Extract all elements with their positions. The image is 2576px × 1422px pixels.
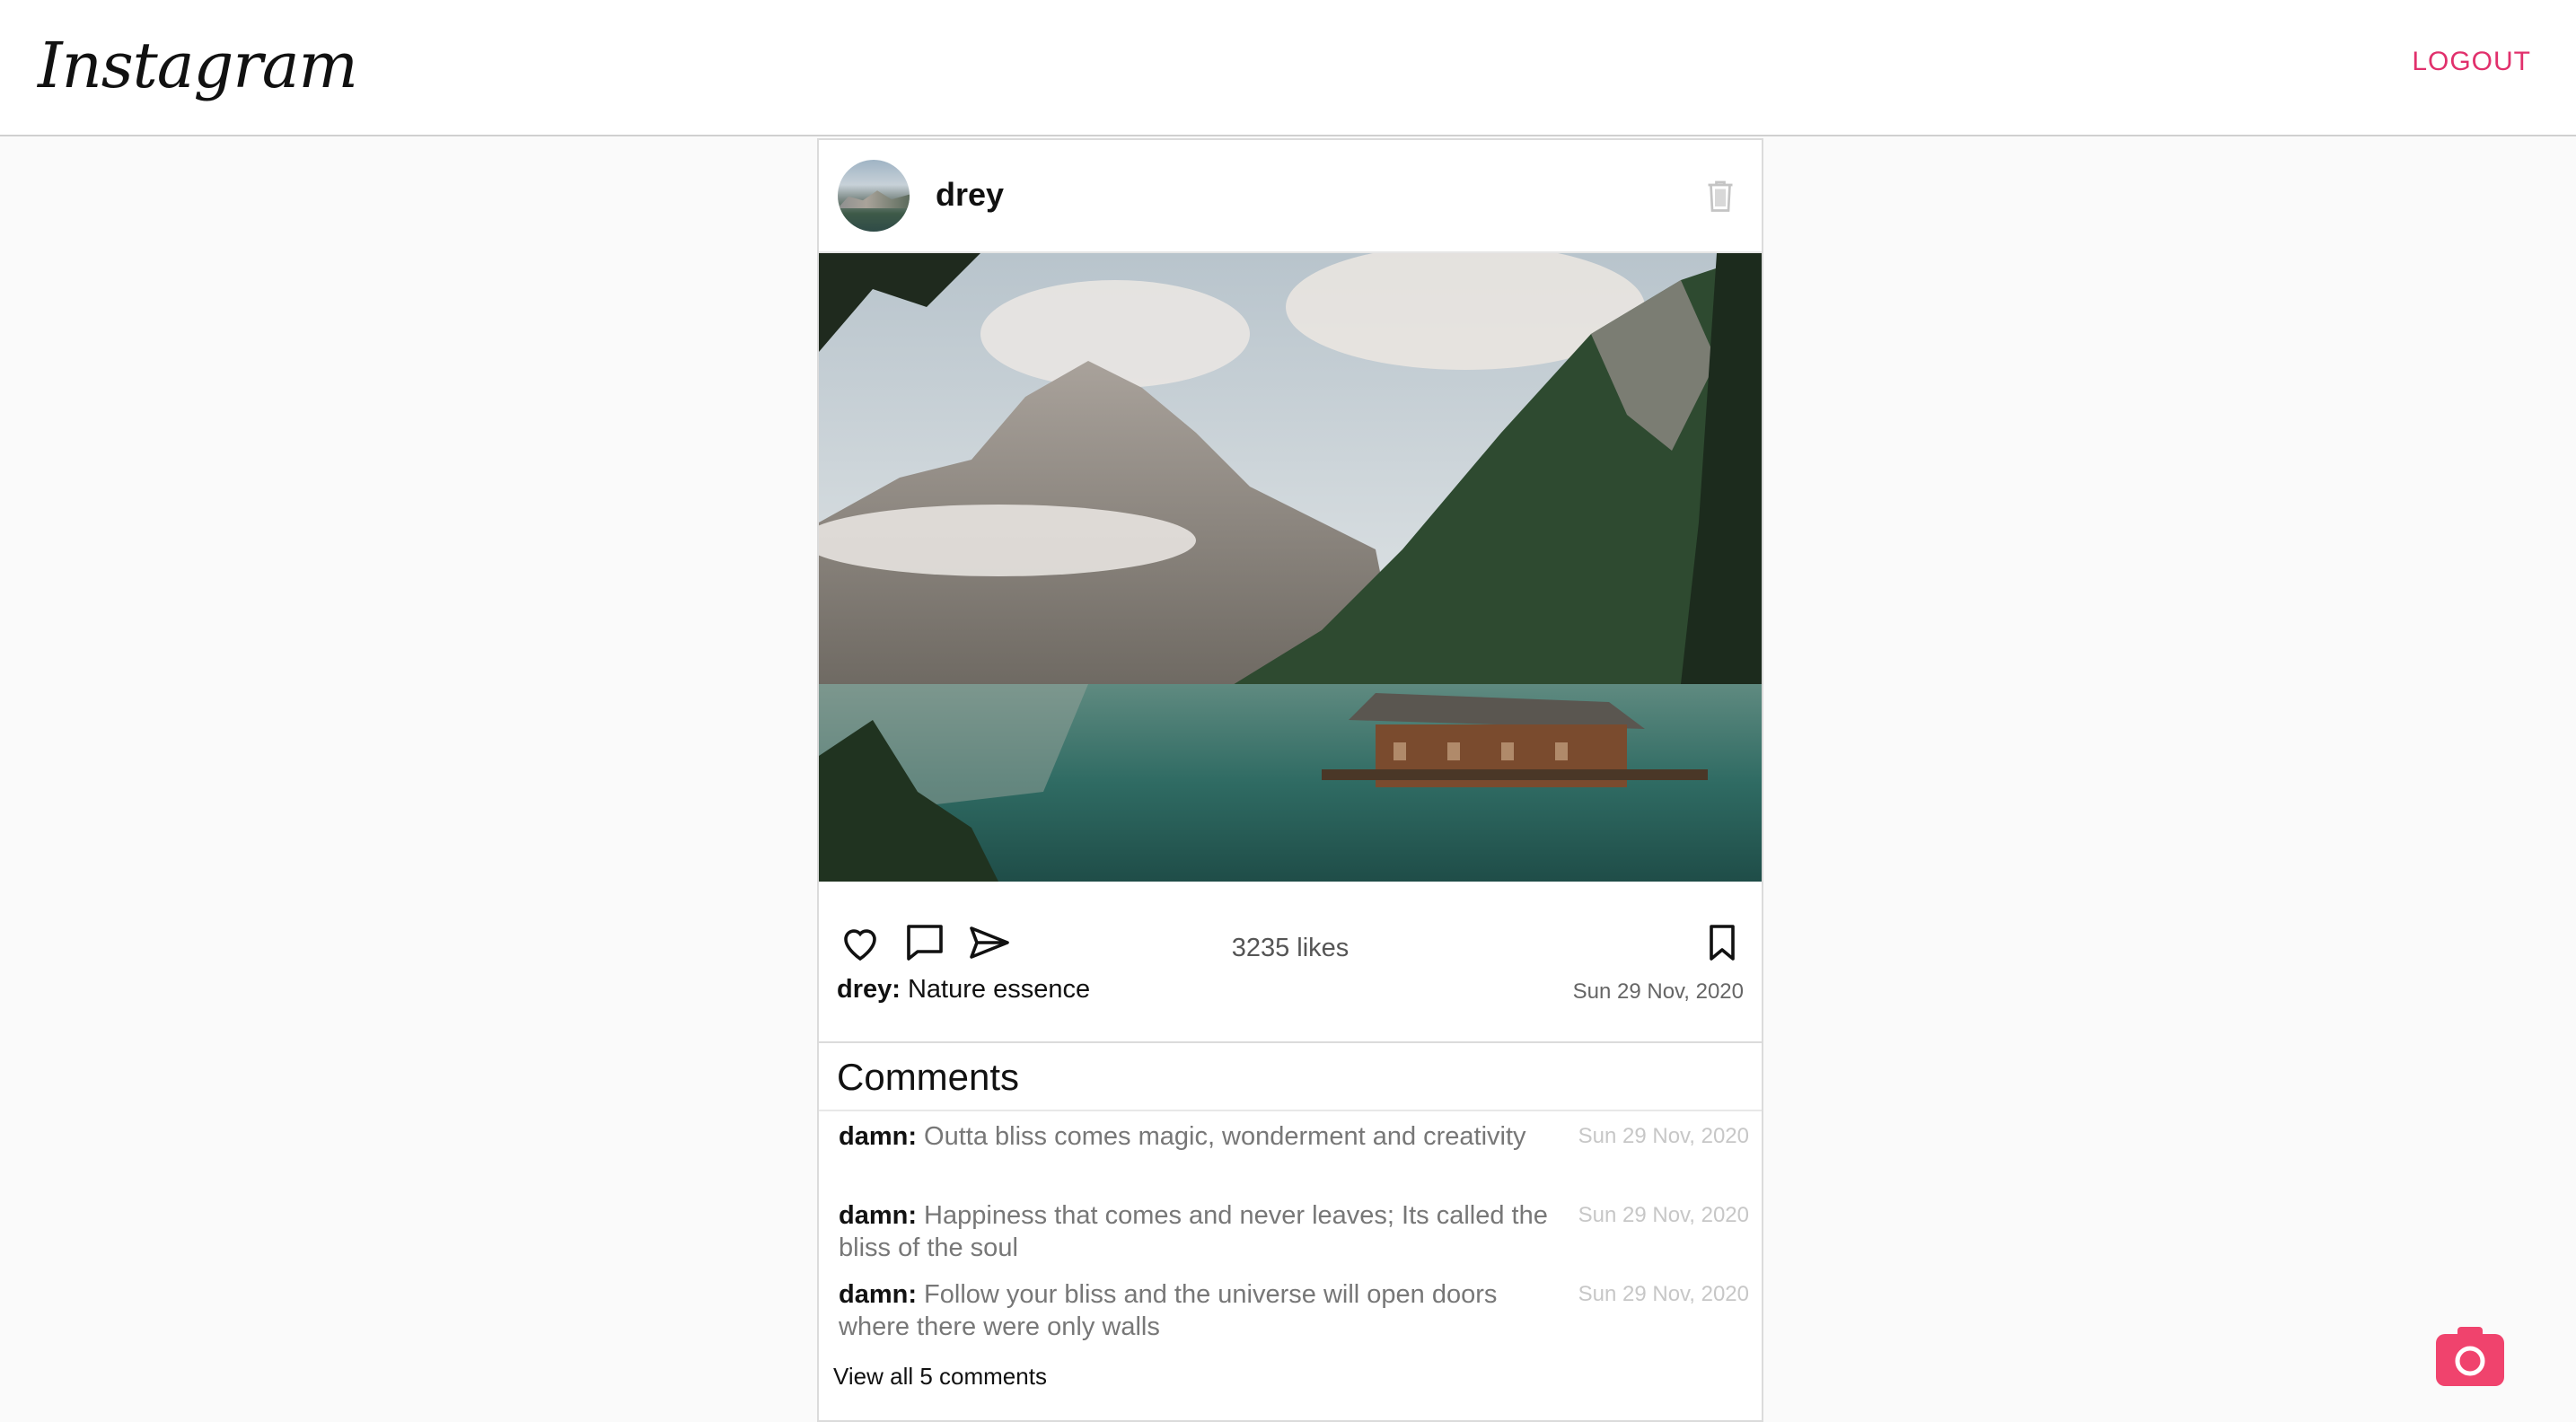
comment-username[interactable]: damn: <box>839 1280 917 1309</box>
divider <box>819 1041 1762 1043</box>
camera-icon[interactable] <box>2436 1327 2504 1386</box>
post-image[interactable] <box>819 251 1762 882</box>
comment-text: Happiness that comes and never leaves; I… <box>839 1201 1548 1262</box>
comment-date: Sun 29 Nov, 2020 <box>1578 1282 1749 1306</box>
divider <box>819 1110 1762 1111</box>
post-actions: 3235 likes <box>819 882 1762 980</box>
caption-username[interactable]: drey: <box>837 975 901 1004</box>
comment-date: Sun 29 Nov, 2020 <box>1578 1203 1749 1227</box>
instagram-logo[interactable]: Instagram <box>38 16 358 115</box>
comment-username[interactable]: damn: <box>839 1122 917 1151</box>
comment-date: Sun 29 Nov, 2020 <box>1578 1124 1749 1148</box>
comment-text: Follow your bliss and the universe will … <box>839 1280 1498 1341</box>
comment-username[interactable]: damn: <box>839 1201 917 1230</box>
top-navbar: Instagram LOGOUT <box>0 0 2576 136</box>
trash-icon[interactable] <box>1704 178 1736 214</box>
post-header: drey <box>819 140 1762 251</box>
post-caption: drey: Nature essence <box>837 975 1090 1005</box>
comment-item: damn: Happiness that comes and never lea… <box>839 1199 1557 1264</box>
comment-item: damn: Follow your bliss and the universe… <box>839 1278 1557 1343</box>
logout-button[interactable]: LOGOUT <box>2412 47 2531 77</box>
likes-count: 3235 likes <box>1231 934 1350 962</box>
post-date: Sun 29 Nov, 2020 <box>1572 979 1744 1004</box>
comment-item: damn: Outta bliss comes magic, wondermen… <box>839 1120 1557 1153</box>
landscape-photo <box>819 253 1762 882</box>
avatar[interactable] <box>838 160 910 232</box>
comments-title: Comments <box>837 1056 1020 1098</box>
post-username[interactable]: drey <box>936 176 1004 214</box>
caption-text: Nature essence <box>900 975 1091 1004</box>
comment-text: Outta bliss comes magic, wonderment and … <box>917 1122 1526 1151</box>
post-card: drey 3235 likes drey: Nature essence Sun… <box>817 138 1763 1422</box>
view-all-comments-link[interactable]: View all 5 comments <box>833 1363 1047 1391</box>
bookmark-icon[interactable] <box>1701 921 1744 964</box>
